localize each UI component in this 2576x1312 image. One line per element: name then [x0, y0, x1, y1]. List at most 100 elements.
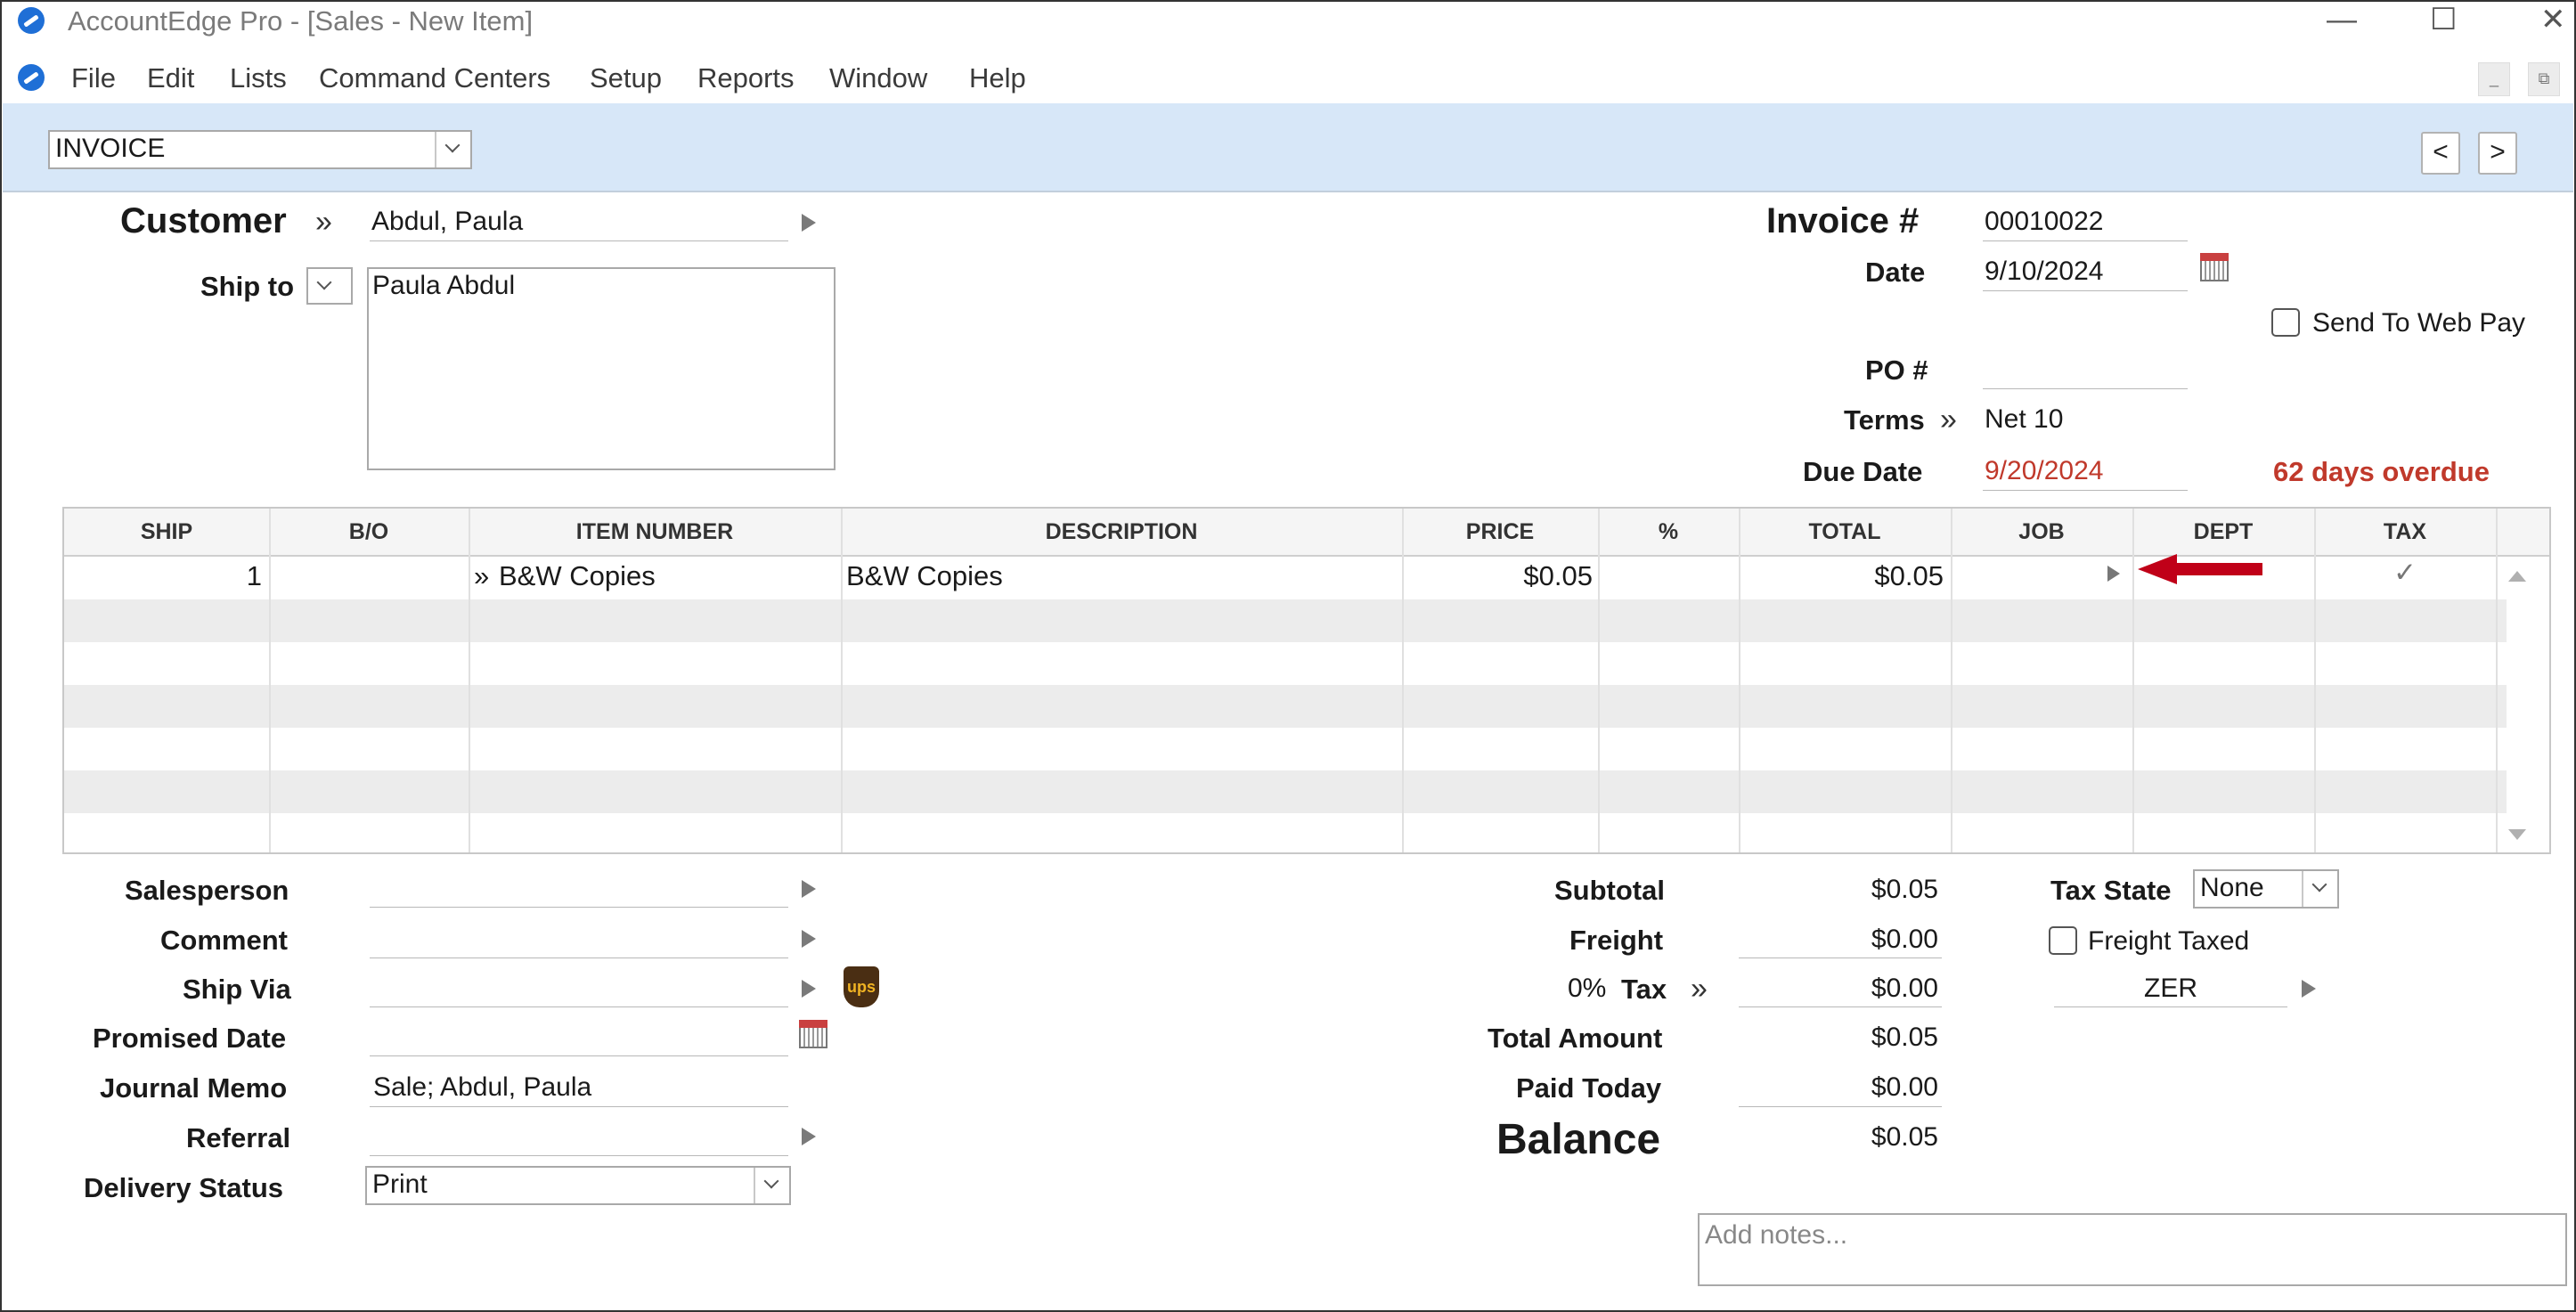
customer-detail-arrow-icon[interactable] — [802, 214, 816, 232]
cell-item-number[interactable]: B&W Copies — [499, 560, 656, 592]
column-header-job[interactable]: JOB — [1951, 509, 2132, 555]
column-divider — [1598, 509, 1600, 852]
delivery-status-select[interactable]: Print — [365, 1166, 791, 1205]
menu-setup[interactable]: Setup — [590, 62, 662, 94]
customer-field[interactable]: Abdul, Paula — [371, 207, 523, 237]
comment-label: Comment — [160, 925, 288, 956]
chevron-down-icon — [308, 269, 351, 303]
ship-to-label: Ship to — [200, 271, 295, 302]
maximize-button[interactable]: ☐ — [2430, 4, 2457, 36]
item-lookup-icon[interactable]: » — [474, 560, 489, 592]
next-record-button[interactable]: > — [2478, 132, 2517, 175]
date-underline — [1983, 290, 2188, 291]
menu-help[interactable]: Help — [969, 62, 1026, 94]
column-header-item-number[interactable]: ITEM NUMBER — [469, 509, 841, 555]
column-header-total[interactable]: TOTAL — [1739, 509, 1951, 555]
terms-lookup-icon[interactable]: » — [1940, 404, 1957, 435]
balance-label: Balance — [1496, 1116, 1661, 1163]
app-logo-icon — [18, 7, 45, 34]
notes-input[interactable]: Add notes... — [1698, 1213, 2567, 1286]
invoice-number-field[interactable]: 00010022 — [1985, 207, 2103, 237]
cell-price[interactable]: $0.05 — [1402, 560, 1593, 592]
tax-code-detail-arrow-icon[interactable] — [2302, 980, 2316, 998]
mdi-restore-button[interactable]: ⧉ — [2528, 62, 2560, 96]
tax-state-label: Tax State — [2050, 875, 2172, 906]
chevron-down-icon — [435, 132, 470, 167]
freight-taxed-checkbox[interactable] — [2049, 926, 2077, 955]
menu-lists[interactable]: Lists — [230, 62, 287, 94]
column-divider — [1951, 509, 1952, 852]
chevron-down-icon — [2302, 871, 2337, 907]
menu-command-centers[interactable]: Command Centers — [319, 62, 550, 94]
due-date-field[interactable]: 9/20/2024 — [1985, 456, 2103, 486]
column-header-dept[interactable]: DEPT — [2132, 509, 2314, 555]
calendar-icon[interactable] — [2200, 253, 2229, 281]
column-divider — [841, 509, 843, 852]
scroll-down-icon[interactable] — [2508, 829, 2526, 840]
column-header-percent[interactable]: % — [1598, 509, 1739, 555]
ship-via-label: Ship Via — [183, 974, 291, 1005]
app-menu-icon[interactable] — [18, 64, 45, 91]
calendar-icon[interactable] — [799, 1020, 827, 1048]
comment-detail-arrow-icon[interactable] — [802, 930, 816, 948]
freight-field[interactable]: $0.00 — [1737, 925, 1938, 955]
column-header-price[interactable]: PRICE — [1402, 509, 1598, 555]
salesperson-detail-arrow-icon[interactable] — [802, 880, 816, 898]
tax-state-value: None — [2200, 873, 2264, 902]
minimize-button[interactable]: — — [2327, 4, 2357, 36]
column-header-bo[interactable]: B/O — [269, 509, 469, 555]
table-row-stripe — [64, 770, 2507, 813]
paid-today-underline — [1739, 1106, 1942, 1107]
column-divider — [2496, 509, 2498, 852]
close-button[interactable]: ✕ — [2540, 4, 2566, 36]
terms-field[interactable]: Net 10 — [1985, 404, 2063, 435]
po-underline — [1983, 388, 2188, 389]
cell-ship[interactable]: 1 — [64, 560, 262, 592]
referral-label: Referral — [186, 1122, 291, 1153]
cell-total[interactable]: $0.05 — [1739, 560, 1944, 592]
subtotal-value: $0.05 — [1871, 875, 1938, 904]
ship-via-detail-arrow-icon[interactable] — [802, 980, 816, 998]
date-field[interactable]: 9/10/2024 — [1985, 257, 2103, 287]
column-header-ship[interactable]: SHIP — [64, 509, 269, 555]
title-bar: AccountEdge Pro - [Sales - New Item] — ☐… — [0, 0, 2576, 45]
column-divider — [2132, 509, 2134, 852]
menu-window[interactable]: Window — [829, 62, 927, 94]
prev-record-button[interactable]: < — [2421, 132, 2460, 175]
paid-today-label: Paid Today — [1516, 1072, 1662, 1104]
promised-date-underline — [370, 1055, 788, 1056]
invoice-number-label: Invoice # — [1766, 201, 1920, 240]
ups-shipping-icon[interactable]: ups — [844, 966, 879, 1007]
column-header-tax[interactable]: TAX — [2314, 509, 2496, 555]
tax-checkmark-icon[interactable]: ✓ — [2314, 557, 2496, 589]
layout-select-value: INVOICE — [55, 134, 166, 163]
tax-value[interactable]: $0.00 — [1737, 974, 1938, 1004]
menu-file[interactable]: File — [71, 62, 116, 94]
menu-edit[interactable]: Edit — [147, 62, 194, 94]
ship-to-address[interactable]: Paula Abdul — [367, 267, 836, 470]
scroll-up-icon[interactable] — [2508, 571, 2526, 582]
mdi-minimize-button[interactable]: _ — [2478, 62, 2510, 96]
tax-lookup-icon[interactable]: » — [1691, 974, 1708, 1004]
menu-reports[interactable]: Reports — [697, 62, 795, 94]
customer-lookup-icon[interactable]: » — [315, 207, 332, 237]
cell-description[interactable]: B&W Copies — [846, 560, 1003, 592]
red-annotation-arrow — [2138, 554, 2262, 584]
date-label: Date — [1865, 257, 1926, 288]
journal-memo-field[interactable]: Sale; Abdul, Paula — [373, 1072, 591, 1103]
tax-code-field[interactable]: ZER — [2054, 974, 2287, 1004]
tax-label: Tax — [1621, 974, 1667, 1005]
paid-today-field[interactable]: $0.00 — [1737, 1072, 1938, 1103]
referral-detail-arrow-icon[interactable] — [802, 1128, 816, 1145]
column-header-description[interactable]: DESCRIPTION — [841, 509, 1402, 555]
layout-select[interactable]: INVOICE — [48, 130, 472, 169]
customer-underline — [370, 240, 788, 241]
ship-to-select[interactable] — [306, 267, 353, 305]
send-to-web-pay-checkbox[interactable] — [2271, 308, 2300, 337]
job-detail-arrow-icon[interactable] — [2107, 566, 2120, 582]
journal-memo-underline — [370, 1106, 788, 1107]
invoice-number-underline — [1983, 240, 2188, 241]
chevron-down-icon — [754, 1168, 789, 1203]
ship-via-underline — [370, 1006, 788, 1007]
tax-state-select[interactable]: None — [2193, 869, 2339, 909]
